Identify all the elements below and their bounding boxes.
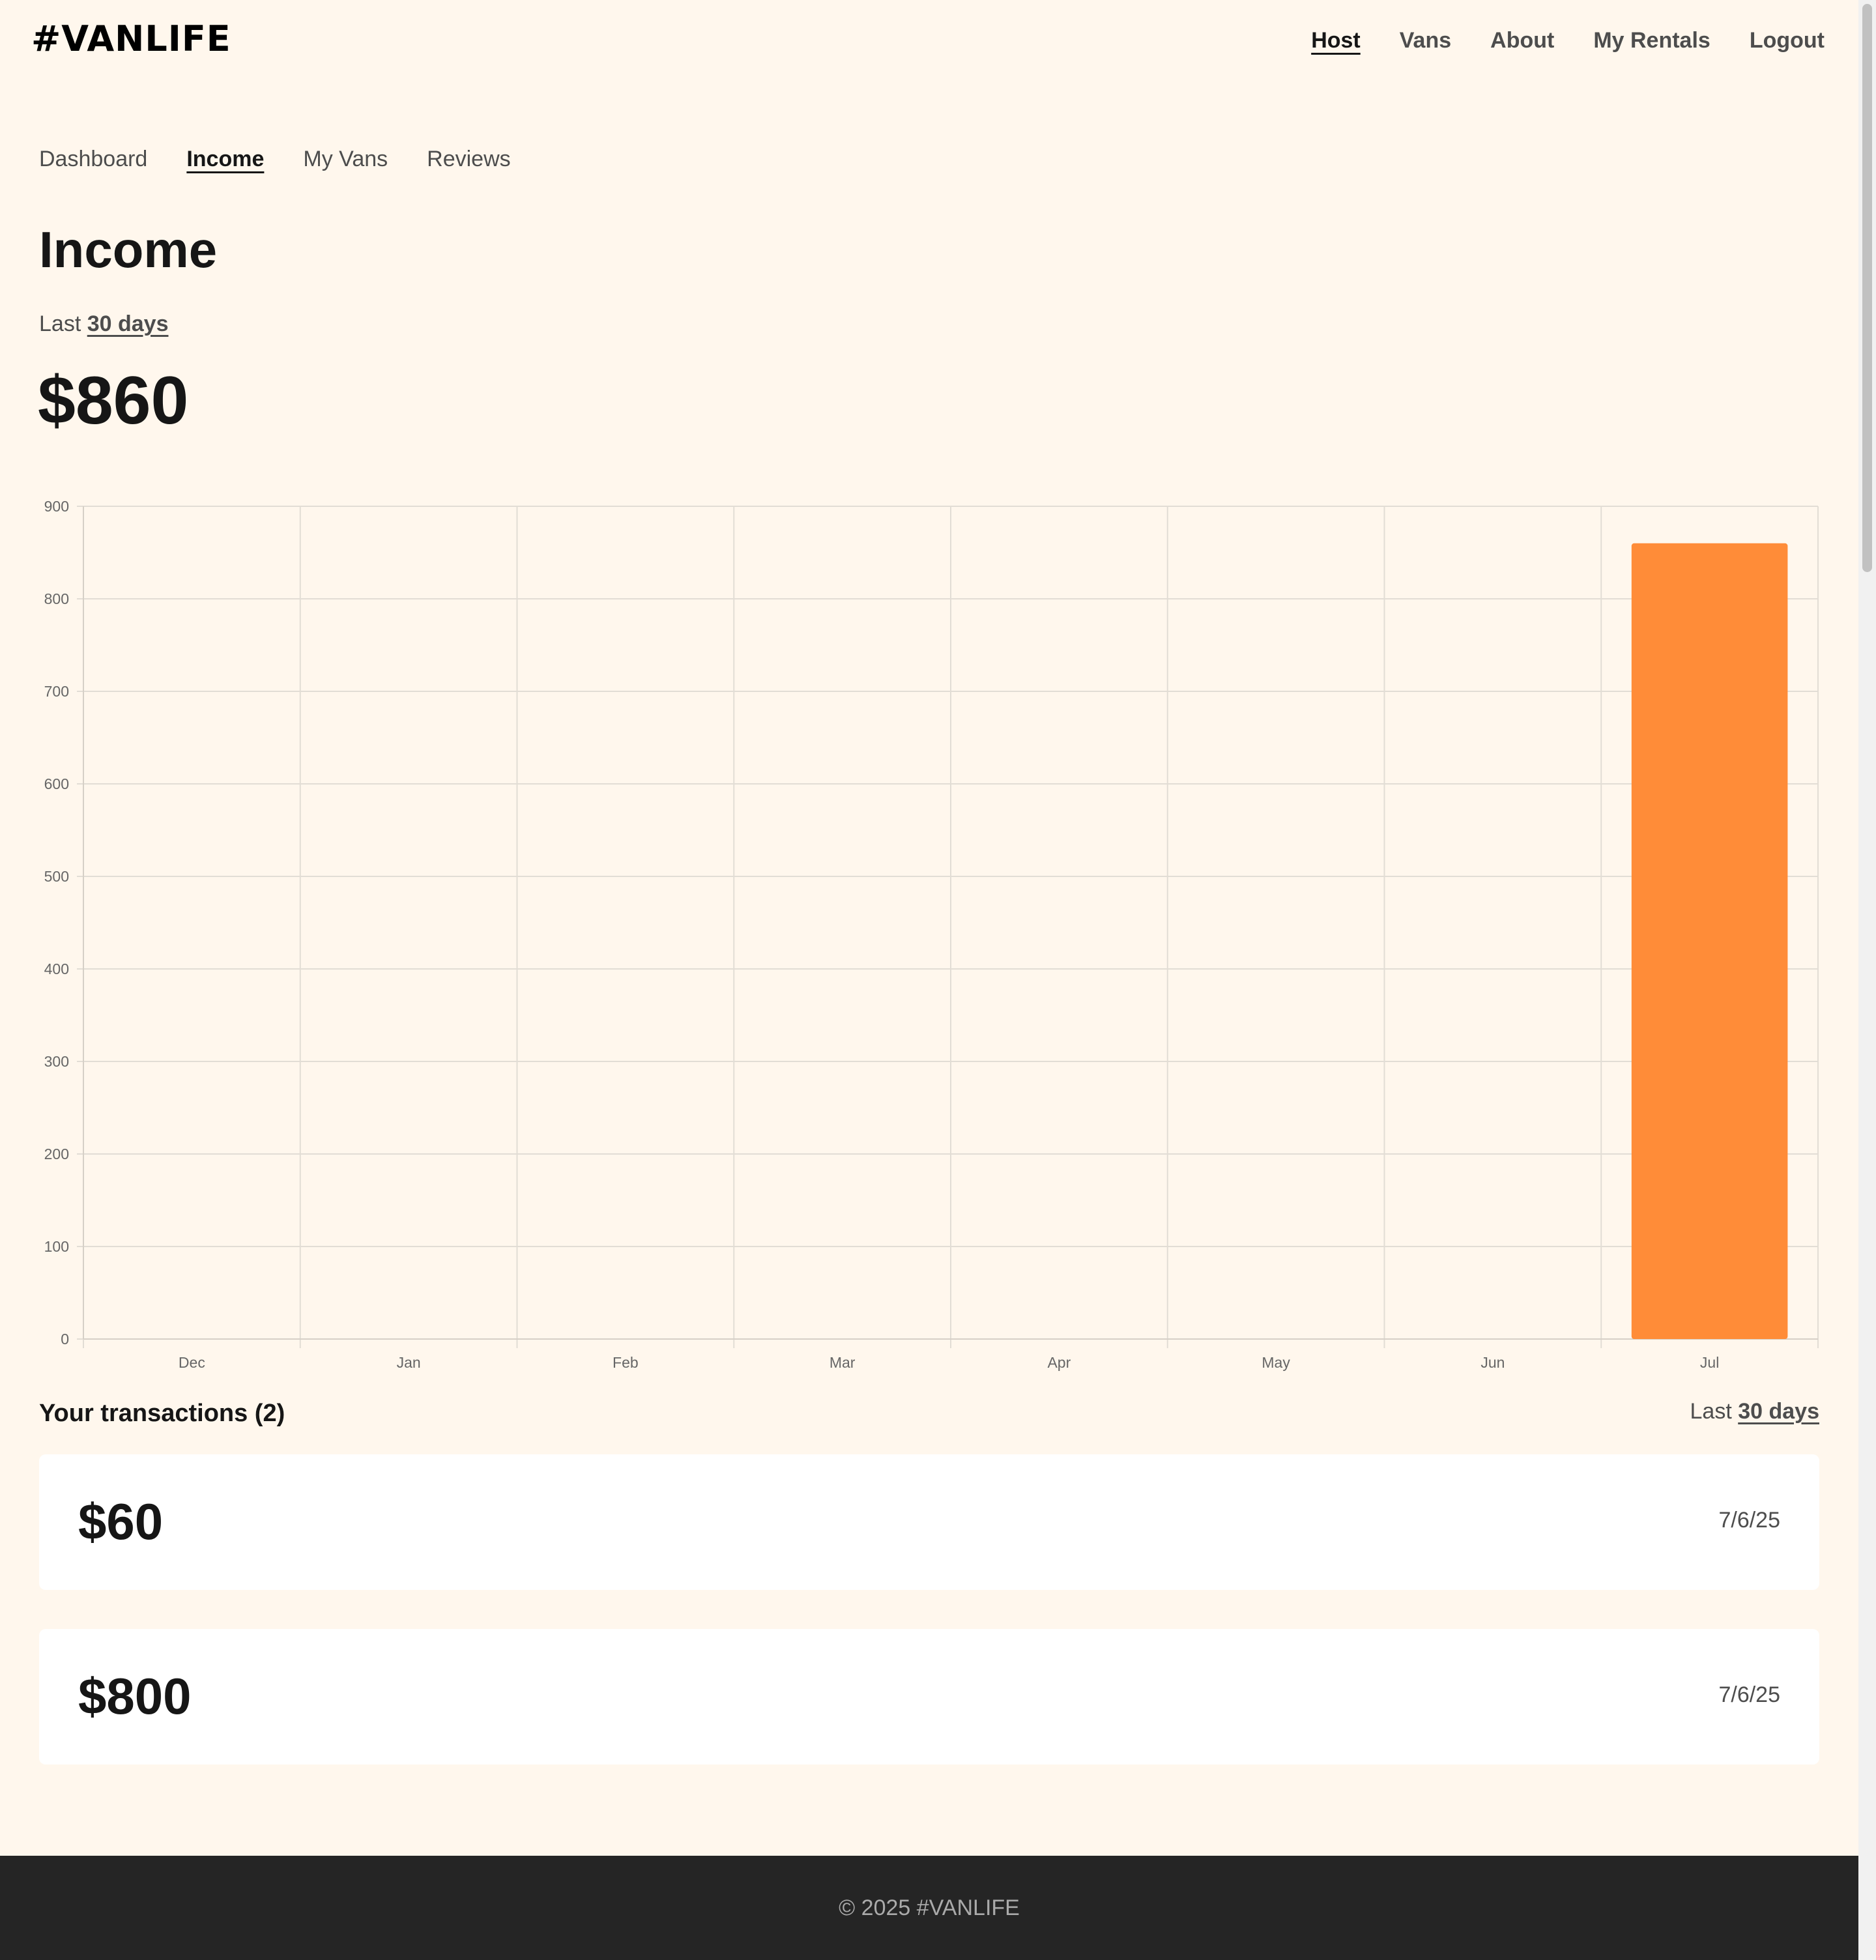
host-nav: Dashboard Income My Vans Reviews: [39, 145, 550, 173]
income-total: $860: [38, 363, 189, 439]
page-scrollbar[interactable]: [1858, 0, 1876, 1960]
x-tick-label: Apr: [1047, 1354, 1071, 1371]
nav-link-logout[interactable]: Logout: [1750, 26, 1825, 55]
x-tick-label: Dec: [179, 1354, 205, 1371]
transaction-date: 7/6/25: [1718, 1682, 1780, 1707]
y-tick-label: 300: [44, 1053, 69, 1070]
site-footer: © 2025 #VANLIFE: [0, 1856, 1858, 1960]
nav-link-host[interactable]: Host: [1311, 26, 1361, 55]
nav-link-about[interactable]: About: [1490, 26, 1554, 55]
income-chart: 0 100 200 300 400 500 600 700 800 900 Dec Jan Feb Mar…: [44, 498, 1819, 1371]
transaction-card: $800 7/6/25: [39, 1629, 1819, 1765]
page: #VANLIFE Host Vans About My Rentals Logo…: [0, 0, 1858, 1960]
y-tick-label: 700: [44, 683, 69, 700]
transactions-title: Your transactions (2): [39, 1400, 285, 1427]
host-nav-reviews[interactable]: Reviews: [427, 145, 510, 173]
income-period: Last 30 days: [39, 311, 168, 337]
transaction-amount: $60: [78, 1493, 164, 1550]
y-tick-label: 900: [44, 498, 69, 515]
transaction-amount: $800: [78, 1667, 192, 1725]
x-tick-label: May: [1262, 1354, 1290, 1371]
y-tick-label: 100: [44, 1238, 69, 1255]
transactions-period: Last 30 days: [1690, 1399, 1819, 1424]
scrollbar-thumb[interactable]: [1862, 4, 1872, 572]
y-tick-label: 800: [44, 590, 69, 607]
footer-copyright: © 2025 #VANLIFE: [839, 1895, 1020, 1920]
chart-bar: [1631, 543, 1788, 1339]
y-tick-label: 600: [44, 775, 69, 792]
y-tick-label: 400: [44, 960, 69, 977]
transaction-date: 7/6/25: [1718, 1508, 1780, 1533]
transaction-card: $60 7/6/25: [39, 1454, 1819, 1590]
host-nav-dashboard[interactable]: Dashboard: [39, 145, 147, 173]
transactions-period-prefix: Last: [1690, 1399, 1732, 1424]
transactions-period-select[interactable]: 30 days: [1738, 1399, 1819, 1424]
y-tick-label: 500: [44, 868, 69, 885]
y-tick-label: 0: [61, 1331, 69, 1348]
income-period-prefix: Last: [39, 311, 81, 336]
y-tick-label: 200: [44, 1146, 69, 1162]
site-header: #VANLIFE Host Vans About My Rentals Logo…: [0, 0, 1858, 85]
x-tick-label: Mar: [830, 1354, 856, 1371]
x-tick-label: Feb: [613, 1354, 639, 1371]
income-period-select[interactable]: 30 days: [87, 311, 169, 336]
nav-link-vans[interactable]: Vans: [1400, 26, 1451, 55]
transactions-list: $60 7/6/25 $800 7/6/25: [39, 1454, 1819, 1804]
site-logo[interactable]: #VANLIFE: [31, 18, 231, 59]
page-title: Income: [39, 221, 218, 278]
x-tick-label: Jan: [397, 1354, 421, 1371]
x-tick-label: Jul: [1700, 1354, 1719, 1371]
x-tick-label: Jun: [1480, 1354, 1505, 1371]
host-nav-income[interactable]: Income: [186, 145, 264, 173]
nav-link-my-rentals[interactable]: My Rentals: [1593, 26, 1710, 55]
host-nav-my-vans[interactable]: My Vans: [303, 145, 388, 173]
main-nav: Host Vans About My Rentals Logout: [1272, 26, 1825, 55]
